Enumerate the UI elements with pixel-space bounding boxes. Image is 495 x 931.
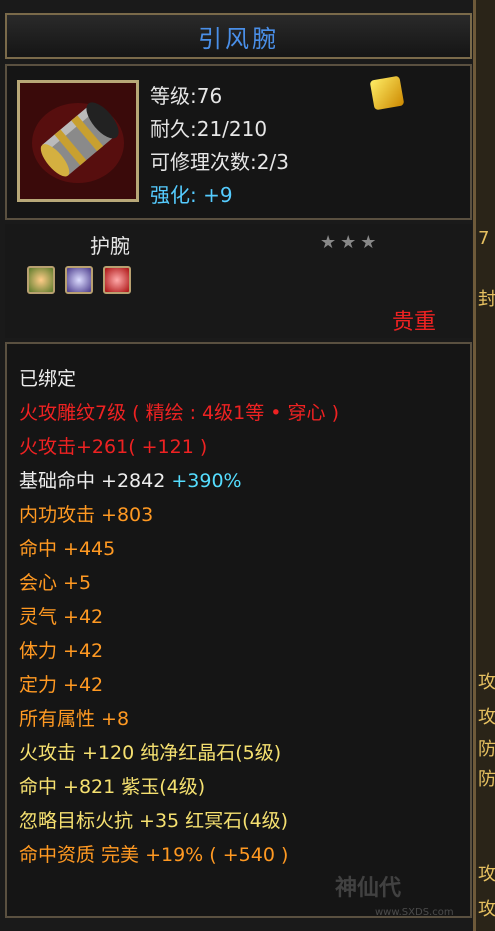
stat-spirit: 灵气 +42 [19,606,104,628]
item-name: 引风腕 [198,24,279,53]
sidebar-text: 防 [478,739,495,760]
stat-all-attr: 所有属性 +8 [19,708,130,730]
socket-red-gem-icon[interactable] [103,266,131,294]
sidebar-text: 攻 [478,899,495,920]
stat-focus: 定力 +42 [19,674,104,696]
item-type-box: 护腕 ★★★ 贵重 [5,224,472,338]
sidebar-text: 防 [478,769,495,790]
socket-purple-gem-icon[interactable] [65,266,93,294]
stat-gem-3: 忽略目标火抗 +35 红冥石(4级) [19,810,289,832]
enhance-value: +9 [203,183,233,207]
fire-attack-bonus: ( +121 ) [128,436,208,458]
background-sidebar: 7 封 攻 攻 防 防 攻 攻 [476,0,495,931]
stat-base-hit: 基础命中 +2842 +390% [19,466,242,493]
gold-gem-icon [369,75,405,111]
sidebar-text: 攻 [478,864,495,885]
enhance-label: 强化: [150,183,197,207]
base-hit-percent: +390% [171,470,242,492]
title-bar: 引风腕 [5,13,472,59]
fire-attack-base: 火攻击+261 [19,436,129,458]
item-repairs: 可修理次数:2/3 [150,150,289,174]
bracer-item-image [20,83,136,199]
stat-quality: 命中资质 完美 +19% ( +540 ) [19,844,289,866]
bracer-item-icon[interactable] [17,80,139,202]
sidebar-text: 攻 [478,672,495,693]
item-tooltip-panel: 引风腕 等级:76 耐久:21/210 可修理次数:2/3 强化: +9 护腕 … [0,0,476,931]
stat-hit: 命中 +445 [19,538,116,560]
stat-inner-attack: 内功攻击 +803 [19,504,154,526]
item-info-box: 等级:76 耐久:21/210 可修理次数:2/3 强化: +9 [5,64,472,220]
star-rating: ★★★ [320,232,381,253]
watermark-logo: 神仙代 [335,876,402,901]
stat-gem-2: 命中 +821 紫玉(4级) [19,776,206,798]
item-level: 等级:76 [150,84,223,108]
sidebar-text: 攻 [478,707,495,728]
bound-status: 已绑定 [19,368,77,390]
item-enhance: 强化: +9 [150,179,233,208]
stat-stamina: 体力 +42 [19,640,104,662]
sidebar-text: 7 [478,228,490,249]
item-type: 护腕 [90,234,130,258]
rarity-label: 贵重 [392,310,437,335]
sidebar-text: 封 [478,289,495,310]
stat-crit: 会心 +5 [19,572,92,594]
socket-green-gem-icon[interactable] [27,266,55,294]
base-hit-value: 基础命中 +2842 [19,470,166,492]
stat-fire-attack: 火攻击+261( +121 ) [19,432,207,459]
stat-gem-1: 火攻击 +120 纯净红晶石(5级) [19,742,282,764]
watermark-url: www.SXDS.com [375,907,454,918]
stat-engrave: 火攻雕纹7级 ( 精绘 : 4级1等 • 穿心 ) [19,402,339,424]
item-durability: 耐久:21/210 [150,117,268,141]
item-stats-box: 已绑定 火攻雕纹7级 ( 精绘 : 4级1等 • 穿心 ) 火攻击+261( +… [5,342,472,918]
